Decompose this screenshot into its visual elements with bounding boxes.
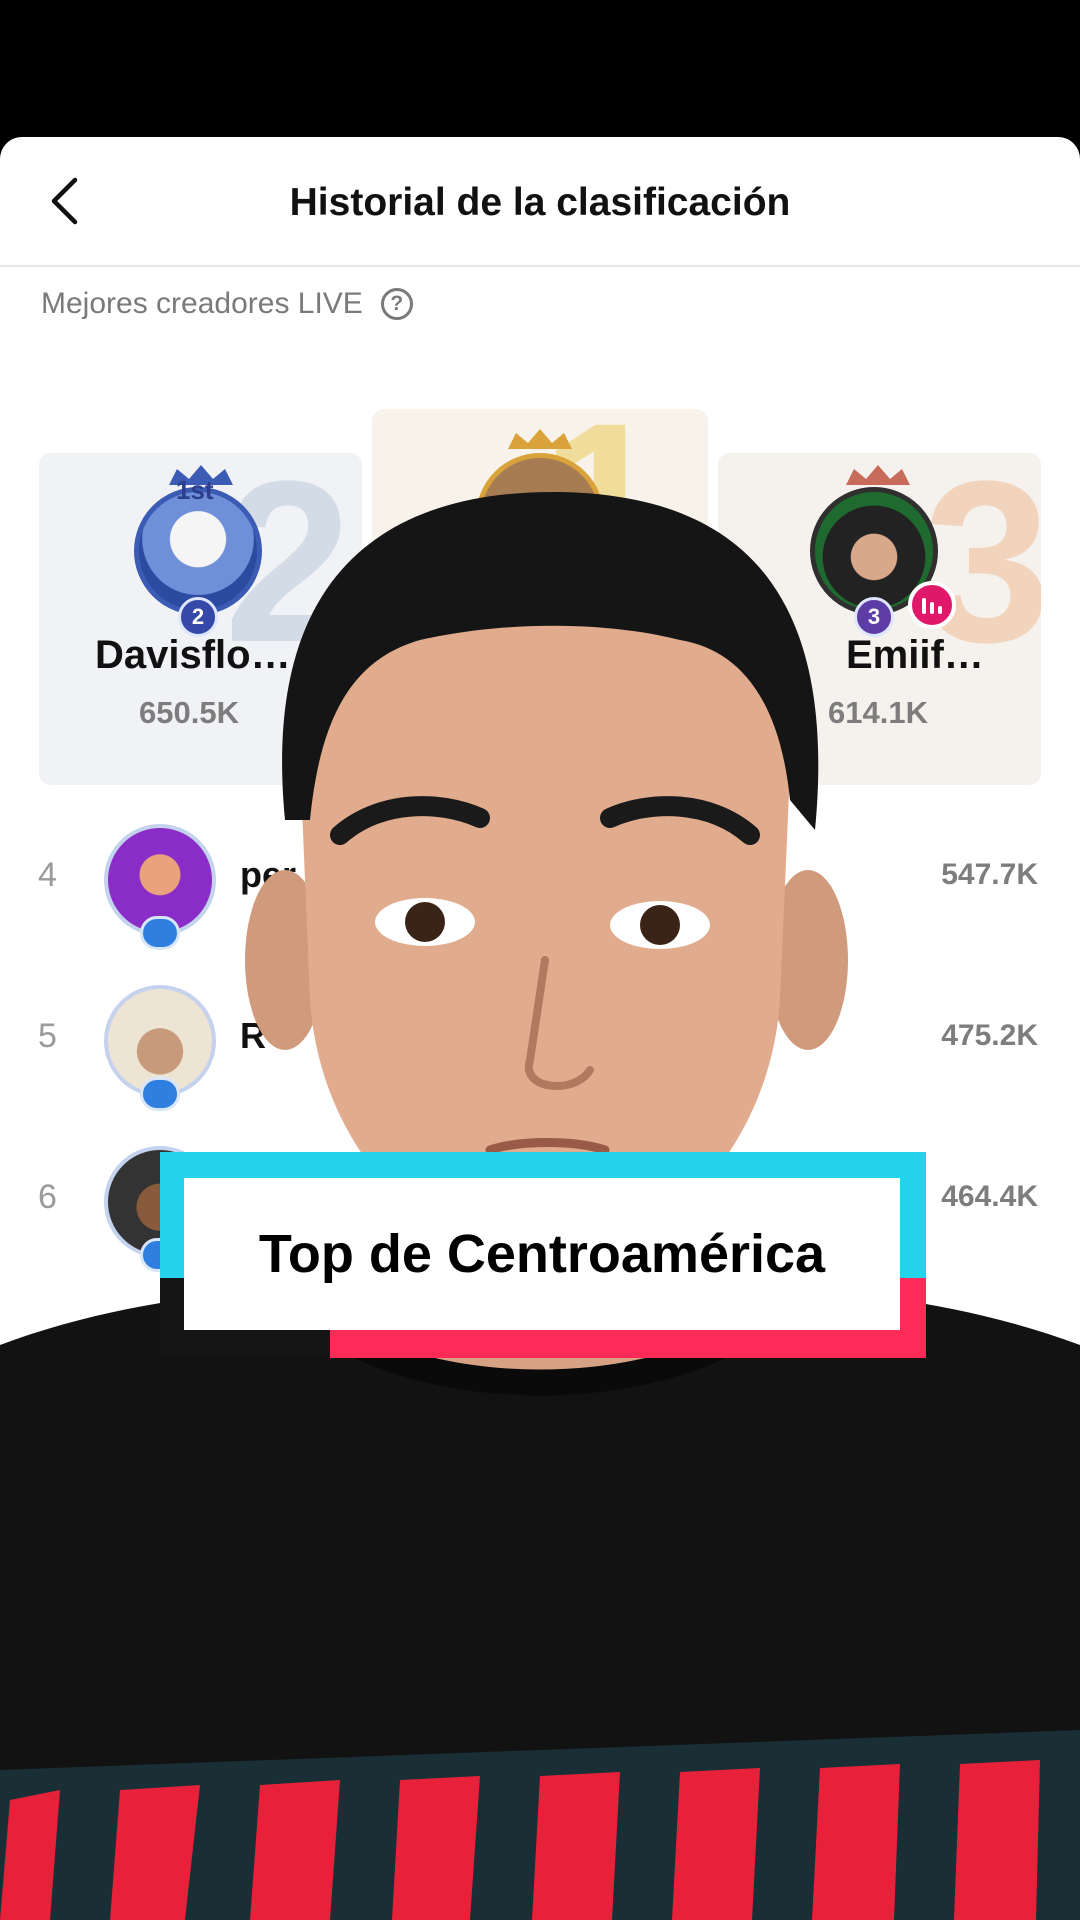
creator-name: Davisflo… [95, 633, 291, 677]
caption-box: Top de Centroamérica [184, 1178, 900, 1330]
avatar-image [476, 453, 604, 581]
question-circle-icon[interactable]: ? [380, 288, 413, 320]
rank-badge: 3 [854, 597, 894, 637]
list-rank: 6 [38, 1178, 57, 1216]
list-rank: 4 [38, 856, 57, 894]
creator-name: Emiif… [846, 633, 984, 677]
creator-score: 650.5K [139, 695, 239, 730]
level-badge [140, 1077, 180, 1111]
podium-card-3[interactable]: 3 3 Emiif… 614.1K [718, 453, 1041, 785]
crown-icon [508, 429, 572, 449]
list-score: 475.2K [941, 1019, 1038, 1052]
leaderboard-panel: Historial de la clasificación Mejores cr… [0, 137, 1080, 1920]
creator-score: 614.1K [828, 695, 928, 730]
video-caption: Top de Centroamérica [160, 1152, 926, 1358]
list-score: 464.4K [941, 1180, 1038, 1213]
caption-text: Top de Centroamérica [258, 1224, 826, 1284]
section-header: Mejores creadores LIVE ? [41, 287, 413, 321]
list-name: per [240, 854, 297, 895]
rank-badge-label: 1st [176, 475, 214, 505]
rank-badge: 2 [178, 597, 218, 637]
list-item[interactable]: 5 R 475.2K [0, 965, 1080, 1115]
avatar[interactable] [476, 453, 604, 581]
list-name: R [240, 1015, 266, 1056]
avatar[interactable]: 3 [810, 487, 956, 637]
list-item[interactable]: 4 per 547.7K [0, 804, 1080, 954]
crown-icon [846, 465, 910, 485]
live-bars-icon [922, 598, 942, 614]
list-rank: 5 [38, 1017, 57, 1055]
section-title: Mejores creadores LIVE [41, 287, 363, 320]
live-indicator[interactable] [908, 581, 956, 629]
list-score: 547.7K [941, 858, 1038, 891]
level-badge [140, 916, 180, 950]
page-title: Historial de la clasificación [289, 181, 791, 224]
status-bar-area [0, 0, 1080, 137]
podium-card-1[interactable]: 1 [372, 409, 708, 785]
avatar-image [134, 487, 262, 615]
podium-card-2[interactable]: 2 1st 2 Davisflo… 650.5K [39, 453, 362, 785]
page-header: Historial de la clasificación [0, 137, 1080, 267]
avatar[interactable]: 1st 2 [134, 475, 262, 637]
